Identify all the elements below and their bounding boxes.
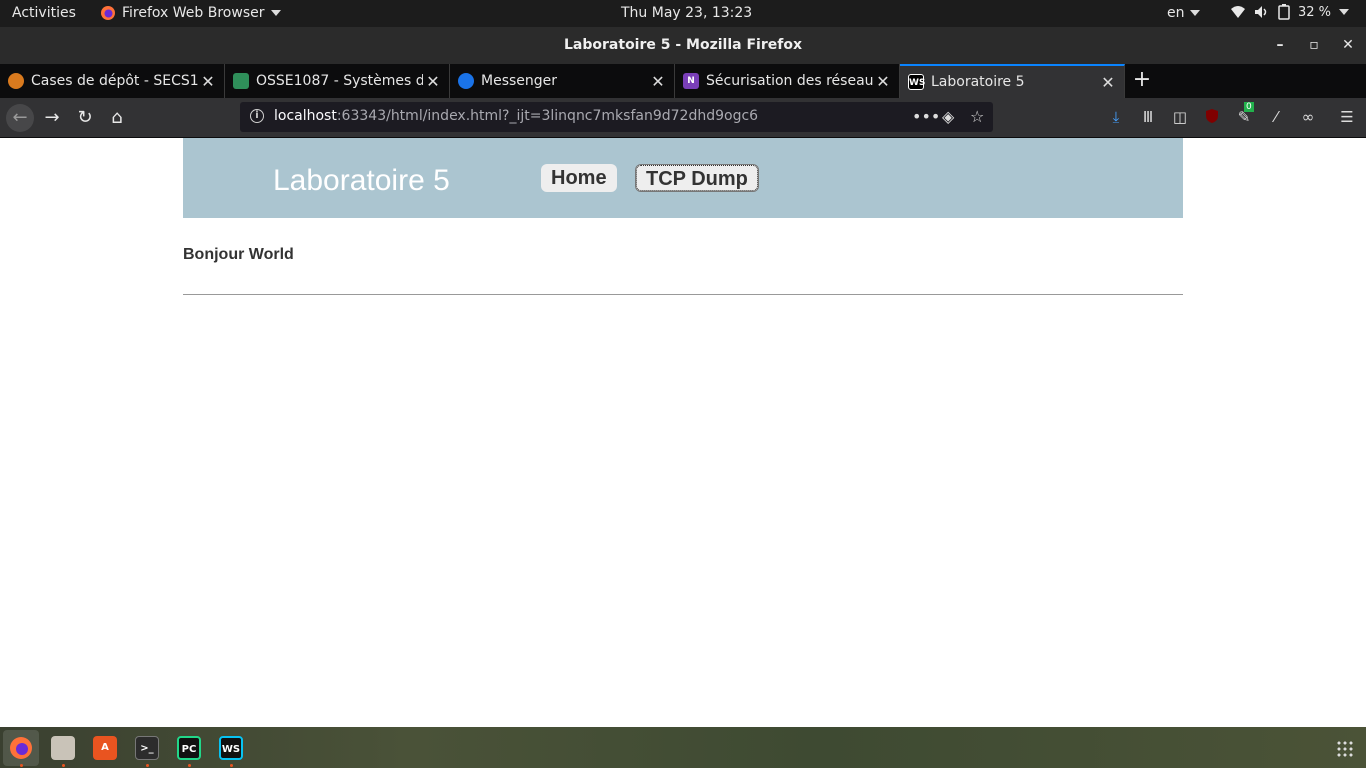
nav-tcp-dump-button[interactable]: TCP Dump: [635, 164, 759, 192]
app-menu[interactable]: Firefox Web Browser: [100, 5, 281, 21]
tab-label: OSSE1087 - Systèmes d'e: [256, 73, 423, 89]
gnome-top-bar: Activities Firefox Web Browser Thu May 2…: [0, 0, 1366, 27]
tab-label: Laboratoire 5: [931, 74, 1025, 90]
webstorm-dock-icon[interactable]: WS: [219, 736, 243, 760]
pycharm-dock-icon[interactable]: PC: [177, 736, 201, 760]
address-bar[interactable]: i localhost:63343/html/index.html?_ijt=3…: [240, 102, 993, 132]
firefox-icon: [101, 6, 115, 20]
moodle-favicon-icon: [8, 73, 24, 89]
files-dock-icon[interactable]: [51, 736, 75, 760]
window-title: Laboratoire 5 - Mozilla Firefox: [564, 37, 802, 53]
activities-button[interactable]: Activities: [12, 5, 76, 21]
tab-securisation[interactable]: N Sécurisation des réseaux ✕: [675, 64, 900, 98]
running-indicator: [20, 764, 23, 767]
home-button[interactable]: ⌂: [103, 104, 131, 132]
tab-cases-de-depot[interactable]: Cases de dépôt - SECS10 ✕: [0, 64, 225, 98]
pocket-icon[interactable]: ◈: [942, 107, 954, 126]
battery-percent: 32 %: [1298, 4, 1332, 20]
dock: A >_ PC WS: [0, 727, 1366, 768]
chevron-down-icon: [270, 10, 281, 16]
site-title: Laboratoire 5: [273, 164, 450, 197]
running-indicator: [62, 764, 65, 767]
window-title-bar: Laboratoire 5 - Mozilla Firefox – ▫ ✕: [0, 27, 1366, 64]
horizontal-rule: [183, 294, 1183, 295]
sidebar-icon[interactable]: ◫: [1170, 108, 1190, 126]
tab-messenger[interactable]: Messenger ✕: [450, 64, 675, 98]
show-applications-icon[interactable]: [1336, 740, 1354, 758]
reload-button[interactable]: ↻: [71, 104, 99, 132]
close-window-button[interactable]: ✕: [1338, 35, 1358, 55]
navigation-toolbar: ← → ↻ ⌂ i localhost:63343/html/index.htm…: [0, 98, 1366, 138]
url-host: localhost: [274, 108, 337, 124]
nav-home-button[interactable]: Home: [541, 164, 617, 192]
software-dock-icon[interactable]: A: [93, 736, 117, 760]
tab-label: Sécurisation des réseaux: [706, 73, 873, 89]
close-tab-icon[interactable]: ✕: [648, 72, 668, 91]
tab-label: Messenger: [481, 73, 558, 89]
chevron-down-icon: [1189, 10, 1200, 16]
minimize-button[interactable]: –: [1270, 35, 1290, 55]
ublock-origin-icon[interactable]: [1202, 108, 1222, 128]
onenote-favicon-icon: N: [683, 73, 699, 89]
extension-icon[interactable]: 0 ✎: [1234, 102, 1254, 126]
messenger-favicon-icon: [458, 73, 474, 89]
forward-button[interactable]: →: [38, 104, 66, 132]
hamburger-menu-icon[interactable]: ☰: [1337, 108, 1357, 126]
site-info-icon[interactable]: i: [250, 109, 264, 123]
language-label: en: [1167, 5, 1185, 21]
clock[interactable]: Thu May 23, 13:23: [621, 5, 752, 21]
firefox-dock-icon[interactable]: [9, 736, 33, 760]
wifi-icon: [1231, 6, 1245, 18]
url-text[interactable]: localhost:63343/html/index.html?_ijt=3li…: [274, 108, 758, 124]
bookmark-star-icon[interactable]: ☆: [970, 107, 984, 126]
close-tab-icon[interactable]: ✕: [873, 72, 893, 91]
tab-osse1087[interactable]: OSSE1087 - Systèmes d'e ✕: [225, 64, 450, 98]
battery-icon: [1278, 4, 1290, 20]
terminal-dock-icon[interactable]: >_: [135, 736, 159, 760]
running-indicator: [188, 764, 191, 767]
running-indicator: [230, 764, 233, 767]
close-tab-icon[interactable]: ✕: [423, 72, 443, 91]
course-favicon-icon: [233, 73, 249, 89]
system-tray[interactable]: 32 %: [1230, 4, 1350, 20]
downloads-icon[interactable]: ⤓: [1106, 108, 1126, 126]
webstorm-favicon-icon: WS: [908, 74, 925, 90]
tab-label: Cases de dépôt - SECS10: [31, 73, 198, 89]
close-tab-icon[interactable]: ✕: [1098, 73, 1118, 92]
page-actions-button[interactable]: •••: [912, 107, 940, 126]
new-tab-button[interactable]: +: [1130, 67, 1154, 92]
maximize-button[interactable]: ▫: [1304, 35, 1324, 55]
library-icon[interactable]: Ⅲ: [1138, 108, 1158, 126]
eyedropper-icon[interactable]: ⁄: [1266, 108, 1286, 126]
tab-strip: Cases de dépôt - SECS10 ✕ OSSE1087 - Sys…: [0, 64, 1366, 98]
tab-laboratoire-5[interactable]: WS Laboratoire 5 ✕: [900, 64, 1125, 98]
extension-badge: 0: [1244, 102, 1254, 112]
back-button[interactable]: ←: [6, 104, 34, 132]
app-menu-label: Firefox Web Browser: [122, 5, 265, 21]
close-tab-icon[interactable]: ✕: [198, 72, 218, 91]
language-indicator[interactable]: en: [1167, 5, 1200, 21]
site-header: Laboratoire 5 Home TCP Dump: [183, 138, 1183, 218]
url-path: :63343/html/index.html?_ijt=3linqnc7mksf…: [336, 108, 759, 124]
running-indicator: [146, 764, 149, 767]
page-content: Laboratoire 5 Home TCP Dump Bonjour Worl…: [0, 138, 1366, 727]
chevron-down-icon: [1339, 9, 1350, 15]
volume-icon: [1255, 6, 1267, 18]
greeting-text: Bonjour World: [183, 246, 294, 263]
infinity-icon[interactable]: ∞: [1298, 108, 1318, 126]
